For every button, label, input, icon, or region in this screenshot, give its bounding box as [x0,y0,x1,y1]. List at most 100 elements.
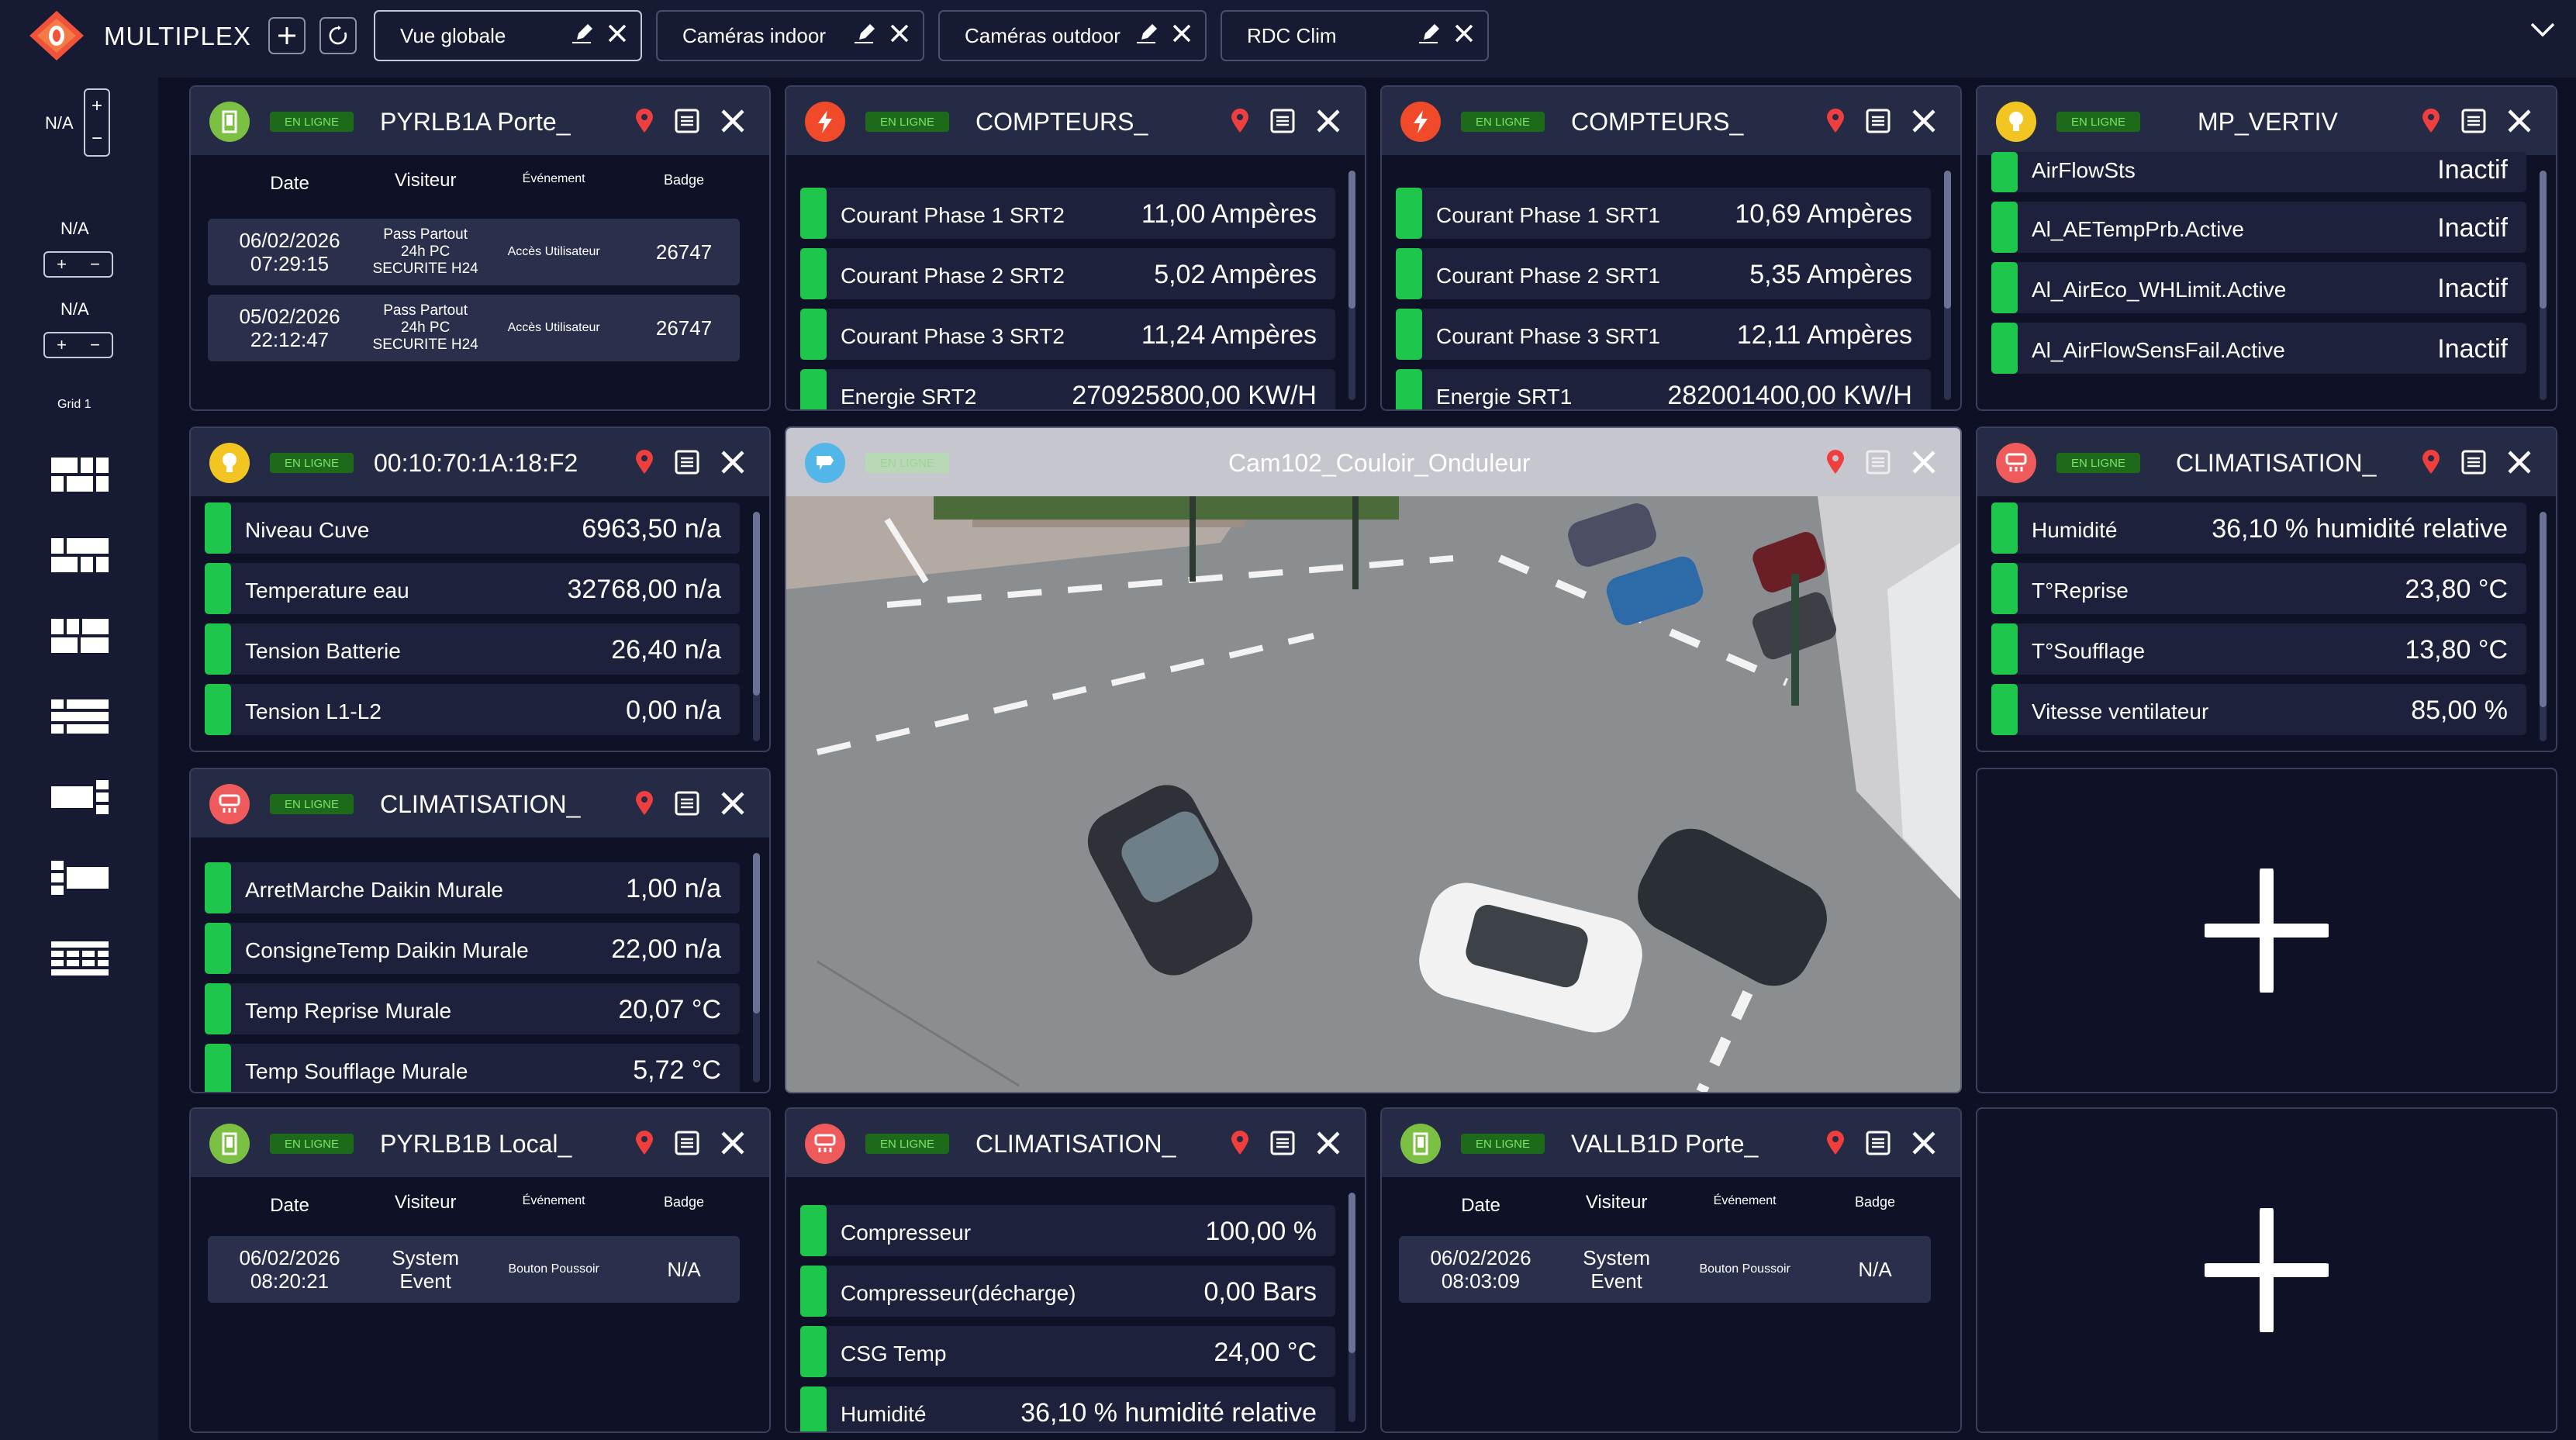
value-row[interactable]: Tension L1-L2 0,00 n/a [205,684,740,735]
value-row[interactable]: ArretMarche Daikin Murale 1,00 n/a [205,862,740,913]
close-icon[interactable] [1171,22,1193,44]
value-row[interactable]: Temp Soufflage Murale 5,72 °C [205,1044,740,1092]
scrollbar-thumb[interactable] [753,512,760,696]
scrollbar-thumb[interactable] [1348,1193,1355,1354]
value-row[interactable]: AirFlowSts Inactif [1991,152,2526,192]
value-row[interactable]: Al_AETempPrb.Active Inactif [1991,202,2526,253]
scrollbar[interactable] [753,853,760,1083]
close-icon[interactable] [720,108,746,134]
location-pin-icon[interactable] [634,108,654,134]
location-pin-icon[interactable] [1230,1130,1250,1156]
scrollbar-thumb[interactable] [2540,512,2547,707]
decrement-button[interactable]: − [78,253,112,276]
add-tab-button[interactable] [268,17,306,54]
add-widget-tile[interactable] [1976,768,2557,1093]
layout-grid-icon[interactable] [51,619,109,653]
tab-cameras-indoor[interactable]: Caméras indoor [656,10,924,61]
edit-icon[interactable] [1417,22,1441,44]
value-row[interactable]: ConsigneTemp Daikin Murale 22,00 n/a [205,923,740,974]
close-icon[interactable] [1315,108,1342,134]
list-icon[interactable] [1866,450,1891,475]
list-icon[interactable] [1270,1131,1295,1155]
value-row[interactable]: Vitesse ventilateur 85,00 % [1991,684,2526,735]
chevron-down-icon[interactable] [2529,22,2556,37]
tab-rdc-clim[interactable]: RDC Clim [1221,10,1489,61]
list-icon[interactable] [1866,109,1891,133]
close-icon[interactable] [2506,108,2533,134]
value-row[interactable]: Humidité 36,10 % humidité relative [1991,502,2526,554]
close-icon[interactable] [889,22,910,44]
value-row[interactable]: Compresseur 100,00 % [800,1205,1335,1256]
increment-button[interactable]: + [85,90,109,123]
tab-vue-globale[interactable]: Vue globale [374,10,642,61]
close-icon[interactable] [720,790,746,817]
scrollbar[interactable] [2540,171,2547,400]
list-icon[interactable] [2461,109,2486,133]
value-row[interactable]: Humidité 36,10 % humidité relative [800,1386,1335,1431]
layout-grid-icon[interactable] [51,458,109,492]
edit-icon[interactable] [1135,22,1159,44]
list-icon[interactable] [1866,1131,1891,1155]
close-icon[interactable] [2506,449,2533,475]
value-row[interactable]: Temperature eau 32768,00 n/a [205,563,740,614]
edit-icon[interactable] [571,22,594,44]
location-pin-icon[interactable] [1825,449,1846,475]
scrollbar-thumb[interactable] [753,853,760,1014]
close-icon[interactable] [1453,22,1475,44]
location-pin-icon[interactable] [634,1130,654,1156]
scrollbar[interactable] [2540,512,2547,741]
value-row[interactable]: Compresseur(décharge) 0,00 Bars [800,1266,1335,1317]
location-pin-icon[interactable] [634,790,654,817]
list-icon[interactable] [675,1131,699,1155]
table-row[interactable]: 05/02/2026 22:12:47 Pass Partout 24h PC SEC… [208,295,740,361]
horizontal-stepper[interactable]: + − [43,251,113,278]
list-icon[interactable] [675,791,699,816]
scrollbar-thumb[interactable] [1348,171,1355,309]
close-icon[interactable] [1911,108,1937,134]
value-row[interactable]: CSG Temp 24,00 °C [800,1326,1335,1377]
camera-feed-image[interactable] [786,496,1960,1092]
value-row[interactable]: Niveau Cuve 6963,50 n/a [205,502,740,554]
value-row[interactable]: Courant Phase 1 SRT2 11,00 Ampères [800,188,1335,239]
close-icon[interactable] [720,449,746,475]
refresh-button[interactable] [319,17,357,54]
vertical-stepper[interactable]: + − [84,88,110,157]
value-row[interactable]: Energie SRT1 282001400,00 KW/H [1396,369,1931,409]
location-pin-icon[interactable] [1825,108,1846,134]
add-widget-tile[interactable] [1976,1107,2557,1433]
table-row[interactable]: 06/02/2026 07:29:15 Pass Partout 24h PC SEC… [208,219,740,285]
list-icon[interactable] [1270,109,1295,133]
value-row[interactable]: Energie SRT2 270925800,00 KW/H [800,369,1335,409]
decrement-button[interactable]: − [78,333,112,357]
layout-grid-icon[interactable] [51,941,109,976]
value-row[interactable]: Courant Phase 3 SRT2 11,24 Ampères [800,309,1335,360]
value-row[interactable]: Courant Phase 2 SRT2 5,02 Ampères [800,248,1335,299]
increment-button[interactable]: + [45,333,78,357]
close-icon[interactable] [606,22,628,44]
increment-button[interactable]: + [45,253,78,276]
list-icon[interactable] [675,109,699,133]
location-pin-icon[interactable] [634,449,654,475]
location-pin-icon[interactable] [1230,108,1250,134]
scrollbar[interactable] [753,512,760,741]
value-row[interactable]: Tension Batterie 26,40 n/a [205,623,740,675]
value-row[interactable]: T°Soufflage 13,80 °C [1991,623,2526,675]
close-icon[interactable] [1911,449,1937,475]
scrollbar-thumb[interactable] [2540,171,2547,309]
list-icon[interactable] [2461,450,2486,475]
layout-grid-icon[interactable] [51,861,109,895]
table-row[interactable]: 06/02/2026 08:03:09 System Event Bouton Po… [1399,1236,1931,1303]
layout-grid-icon[interactable] [51,538,109,572]
close-icon[interactable] [1315,1130,1342,1156]
table-row[interactable]: 06/02/2026 08:20:21 System Event Bouton Po… [208,1236,740,1303]
location-pin-icon[interactable] [2421,449,2441,475]
list-icon[interactable] [675,450,699,475]
location-pin-icon[interactable] [1825,1130,1846,1156]
value-row[interactable]: Courant Phase 2 SRT1 5,35 Ampères [1396,248,1931,299]
value-row[interactable]: Al_AirEco_WHLimit.Active Inactif [1991,262,2526,313]
scrollbar-thumb[interactable] [1944,171,1951,309]
value-row[interactable]: Courant Phase 1 SRT1 10,69 Ampères [1396,188,1931,239]
value-row[interactable]: Al_AirFlowSensFail.Active Inactif [1991,323,2526,374]
scrollbar[interactable] [1348,171,1355,400]
value-row[interactable]: T°Reprise 23,80 °C [1991,563,2526,614]
